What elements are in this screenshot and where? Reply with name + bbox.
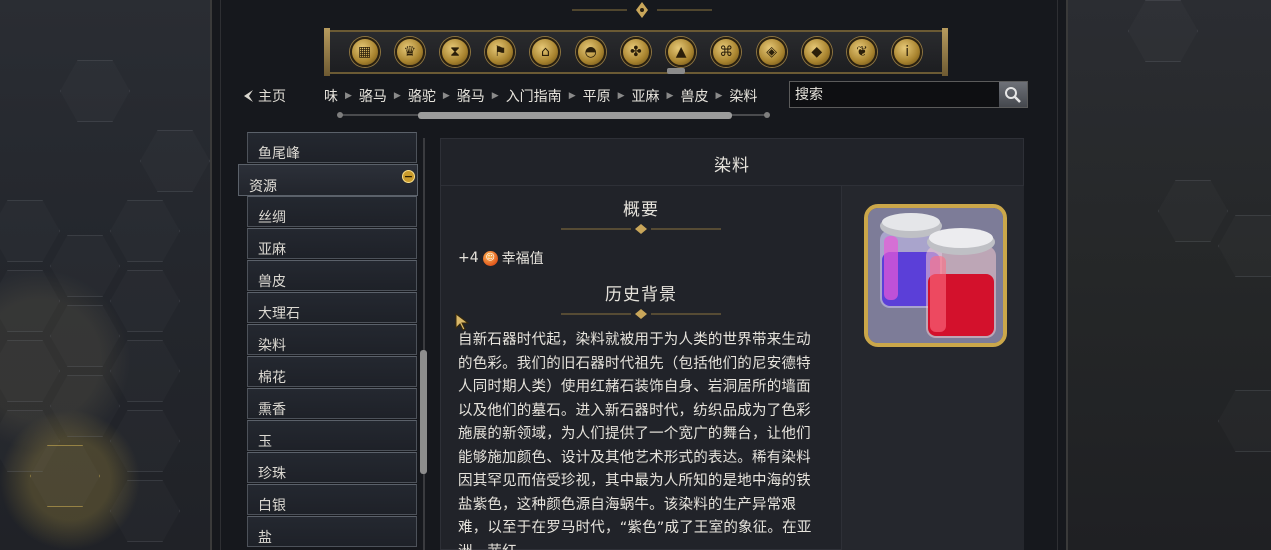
map-hex bbox=[110, 270, 180, 332]
sidebar-item[interactable]: 珍珠 bbox=[247, 452, 417, 483]
map-hex bbox=[1218, 390, 1271, 452]
iconbar-handle[interactable] bbox=[667, 68, 685, 74]
sidebar-item[interactable]: 盐 bbox=[247, 516, 417, 547]
wonder-icon[interactable]: ♛ bbox=[394, 37, 425, 67]
breadcrumb-separator-icon: ▶ bbox=[666, 91, 674, 101]
sidebar-scroll-thumb[interactable] bbox=[420, 350, 427, 474]
sidebar-item[interactable]: 丝绸 bbox=[247, 196, 417, 227]
breadcrumb-scroll-thumb[interactable] bbox=[418, 112, 732, 119]
article-title: 染料 bbox=[441, 139, 1023, 186]
district-icon[interactable]: ⌘ bbox=[711, 37, 742, 67]
article-panel: 染料 概要 +4 ☺ 幸福值 历史背景 自新石器时代起，染料就被用于为人类的世界… bbox=[440, 138, 1024, 550]
religion-icon[interactable]: ❦ bbox=[847, 37, 878, 67]
map-hex bbox=[1128, 0, 1198, 62]
government-icon[interactable]: ⌂ bbox=[530, 37, 561, 67]
breadcrumb-item[interactable]: 兽皮 bbox=[680, 86, 708, 106]
units-icon[interactable]: ✤ bbox=[620, 37, 651, 67]
breadcrumb-separator-icon: ▶ bbox=[617, 91, 625, 101]
improvement-icon[interactable]: ◈ bbox=[756, 37, 787, 67]
map-background-right bbox=[1068, 0, 1271, 550]
map-background-left bbox=[0, 0, 210, 550]
breadcrumb-item[interactable]: 味 bbox=[324, 86, 338, 106]
sidebar: 鱼尾峰 资源 − 丝绸 亚麻 兽皮 大理石 染料 棉花 熏香 玉 珍珠 白银 盐 bbox=[238, 132, 418, 550]
breadcrumb-separator-icon: ▶ bbox=[442, 91, 450, 101]
map-hex bbox=[1218, 215, 1271, 277]
breadcrumb-separator-icon: ▶ bbox=[393, 91, 401, 101]
sidebar-group-resources[interactable]: 资源 − bbox=[238, 164, 418, 196]
sidebar-group-label: 资源 bbox=[249, 179, 277, 195]
back-arrow-icon bbox=[244, 90, 253, 102]
map-hex bbox=[110, 480, 180, 542]
scroll-left-dot[interactable] bbox=[337, 112, 343, 118]
sidebar-item[interactable]: 大理石 bbox=[247, 292, 417, 323]
sidebar-item[interactable]: 兽皮 bbox=[247, 260, 417, 291]
collapse-icon[interactable]: − bbox=[402, 170, 415, 183]
heading-ornament bbox=[561, 309, 721, 319]
breadcrumb-item[interactable]: 入门指南 bbox=[506, 86, 562, 106]
breadcrumb-separator-icon: ▶ bbox=[568, 91, 576, 101]
category-icon-bar: ▦ ♛ ⧗ ⚑ ⌂ ◓ ✤ ▲ ⌘ ◈ ◆ ❦ i bbox=[324, 28, 948, 76]
dye-jars-icon bbox=[868, 208, 1003, 343]
terrain-icon[interactable]: ▲ bbox=[666, 37, 697, 67]
policy-icon[interactable]: ◆ bbox=[801, 37, 832, 67]
sidebar-scrollbar[interactable] bbox=[423, 138, 425, 550]
breadcrumb: 味 ▶ 骆马 ▶ 骆驼 ▶ 骆马 ▶ 入门指南 ▶ 平原 ▶ 亚麻 ▶ 兽皮 ▶… bbox=[324, 86, 782, 106]
panel-border bbox=[220, 0, 221, 550]
search-button[interactable] bbox=[999, 82, 1027, 107]
map-hex bbox=[0, 200, 60, 262]
map-hex bbox=[50, 235, 120, 297]
search-box bbox=[789, 81, 1028, 108]
sidebar-item[interactable]: 染料 bbox=[247, 324, 417, 355]
panel-border bbox=[1057, 0, 1058, 550]
map-hex bbox=[0, 270, 60, 332]
breadcrumb-item[interactable]: 平原 bbox=[583, 86, 611, 106]
sidebar-item[interactable]: 白银 bbox=[247, 484, 417, 515]
map-hex bbox=[140, 130, 210, 192]
breadcrumb-item[interactable]: 骆驼 bbox=[408, 86, 436, 106]
sidebar-item[interactable]: 亚麻 bbox=[247, 228, 417, 259]
resource-icon[interactable]: ◓ bbox=[575, 37, 606, 67]
civilopedia-panel: ▦ ♛ ⧗ ⚑ ⌂ ◓ ✤ ▲ ⌘ ◈ ◆ ❦ i 主页 味 ▶ 骆马 ▶ 骆驼… bbox=[210, 0, 1068, 550]
history-heading: 历史背景 bbox=[605, 285, 677, 305]
sidebar-item[interactable]: 鱼尾峰 bbox=[247, 132, 417, 163]
map-hex bbox=[50, 305, 120, 367]
happiness-bonus: +4 ☺ 幸福值 bbox=[458, 248, 544, 268]
search-input[interactable] bbox=[790, 82, 999, 107]
breadcrumb-separator-icon: ▶ bbox=[715, 91, 723, 101]
map-hex bbox=[0, 340, 60, 402]
bonus-label: 幸福值 bbox=[501, 251, 544, 267]
search-icon bbox=[1005, 86, 1021, 103]
amenity-icon: ☺ bbox=[482, 250, 498, 266]
map-hex bbox=[1158, 180, 1228, 242]
heading-ornament bbox=[561, 224, 721, 234]
home-link[interactable]: 主页 bbox=[242, 86, 286, 106]
scroll-right-dot[interactable] bbox=[764, 112, 770, 118]
mouse-cursor-icon bbox=[455, 313, 469, 331]
map-hex bbox=[110, 340, 180, 402]
overview-heading: 概要 bbox=[623, 200, 659, 220]
map-hex bbox=[110, 410, 180, 472]
flag-icon[interactable]: ⚑ bbox=[485, 37, 516, 67]
buildings-icon[interactable]: ▦ bbox=[349, 37, 380, 67]
info-icon[interactable]: i bbox=[892, 37, 923, 67]
hourglass-icon[interactable]: ⧗ bbox=[440, 37, 471, 67]
breadcrumb-separator-icon: ▶ bbox=[491, 91, 499, 101]
sidebar-item[interactable]: 棉花 bbox=[247, 356, 417, 387]
resource-image-column bbox=[841, 186, 1024, 550]
sidebar-item[interactable]: 玉 bbox=[247, 420, 417, 451]
top-ornament bbox=[572, 2, 712, 18]
sidebar-item[interactable]: 熏香 bbox=[247, 388, 417, 419]
breadcrumb-item[interactable]: 亚麻 bbox=[632, 86, 660, 106]
map-hex bbox=[110, 200, 180, 262]
map-hex bbox=[60, 60, 130, 122]
breadcrumb-separator-icon: ▶ bbox=[345, 91, 352, 101]
bonus-value: +4 bbox=[458, 250, 479, 266]
breadcrumb-item[interactable]: 染料 bbox=[729, 86, 757, 106]
dye-resource-image bbox=[864, 204, 1007, 347]
breadcrumb-item[interactable]: 骆马 bbox=[359, 86, 387, 106]
map-hex bbox=[50, 375, 120, 437]
history-text: 自新石器时代起，染料就被用于为人类的世界带来生动的色彩。我们的旧石器时代祖先（包… bbox=[458, 332, 812, 550]
breadcrumb-item[interactable]: 骆马 bbox=[457, 86, 485, 106]
home-label: 主页 bbox=[258, 89, 286, 105]
